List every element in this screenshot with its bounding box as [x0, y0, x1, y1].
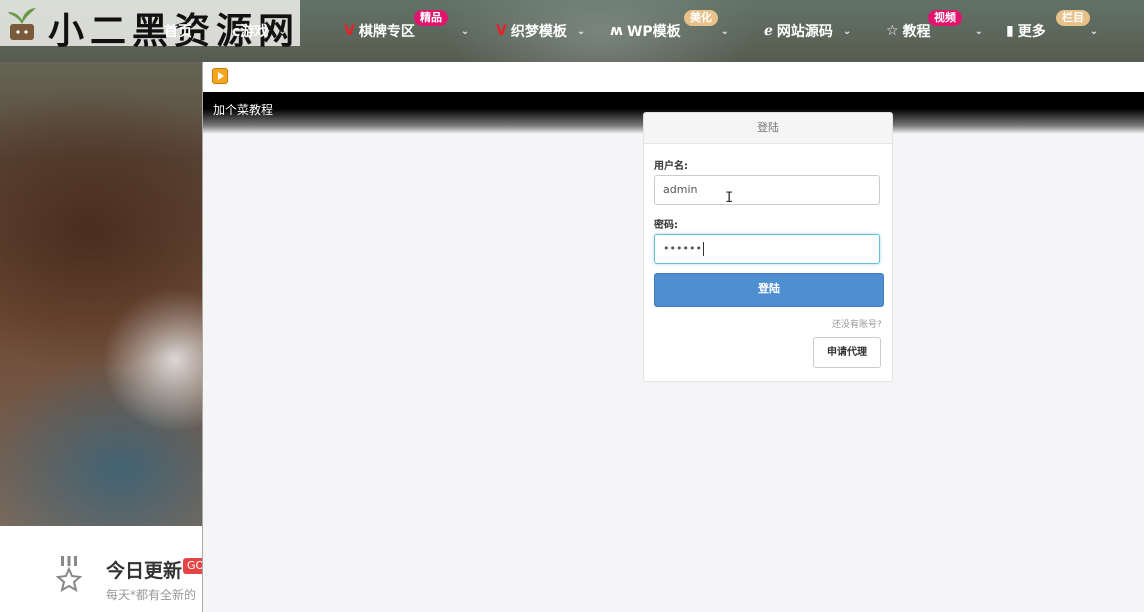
nav-dede-templates[interactable]: V 织梦模板 ⌄ [496, 21, 585, 41]
ie-icon: ℯ [764, 23, 773, 39]
nav-home[interactable]: 首页 [164, 21, 192, 41]
nav-home-label: 首页 [164, 24, 192, 40]
today-update-title: 今日更新 [106, 560, 183, 582]
v-icon: V [344, 23, 355, 39]
password-value: •••••• [663, 242, 702, 255]
nav-wp-badge: 美化 [684, 10, 718, 26]
nav-more-label: 更多 [1017, 24, 1046, 40]
nav-more-badge: 栏目 [1056, 10, 1090, 26]
nav-chess-label: 棋牌专区 [358, 24, 415, 40]
chevron-down-icon: ⌄ [974, 25, 983, 37]
password-field[interactable]: •••••• [654, 234, 880, 264]
nav-source-label: 网站源码 [776, 24, 833, 40]
window-title: 加个菜教程 [213, 103, 274, 117]
v-icon: V [496, 23, 507, 39]
username-label: 用户名: [654, 161, 688, 172]
window-titlebar [203, 62, 1144, 93]
text-caret [702, 242, 704, 256]
wordpress-icon: ʍ [610, 23, 623, 39]
apply-agent-button[interactable]: 申请代理 [813, 337, 881, 368]
chevron-down-icon: ⌄ [460, 25, 470, 37]
chevron-down-icon: ⌄ [576, 25, 586, 37]
star-icon: ☆ [886, 23, 899, 39]
no-account-link[interactable]: 还没有账号? [832, 317, 882, 330]
username-field[interactable]: admin I [654, 175, 880, 206]
nav-tutorials-badge: 视频 [928, 10, 962, 26]
login-panel-header: 登陆 [644, 113, 892, 144]
login-panel: 登陆 用户名: admin I 密码: •••••• 登陆 还没有账号? 申请代… [643, 112, 893, 382]
password-label: 密码: [654, 220, 678, 231]
username-value: admin [663, 183, 698, 196]
nav-game[interactable]: c游戏 ⌄ [232, 21, 287, 41]
nav-chess[interactable]: V 棋牌专区 ⌄ [344, 21, 469, 41]
chevron-down-icon: ⌄ [720, 25, 730, 37]
text-cursor-icon: I [725, 190, 734, 206]
nav-site-source[interactable]: ℯ 网站源码 ⌄ [764, 21, 851, 41]
chevron-down-icon: ⌄ [842, 25, 852, 37]
nav-wp-label: WP模板 [626, 24, 681, 40]
nav-chess-badge: 精品 [414, 10, 448, 26]
popup-window: 加个菜教程 登陆 用户名: admin I 密码: •••••• 登陆 还没有账… [202, 62, 1144, 612]
bookmark-icon: ▮ [1006, 23, 1014, 39]
login-button[interactable]: 登陆 [654, 273, 884, 307]
chevron-down-icon: ⌄ [1089, 25, 1099, 37]
nav-dede-label: 织梦模板 [510, 24, 567, 40]
today-update-desc: 每天*都有全新的 [106, 588, 197, 602]
nav-game-label: c游戏 [232, 24, 269, 40]
nav-tutorials-label: 教程 [902, 24, 931, 40]
play-icon[interactable] [212, 68, 228, 84]
medal-star-icon [56, 556, 82, 592]
chevron-down-icon: ⌄ [278, 25, 287, 37]
logo-plant-icon [8, 8, 36, 40]
